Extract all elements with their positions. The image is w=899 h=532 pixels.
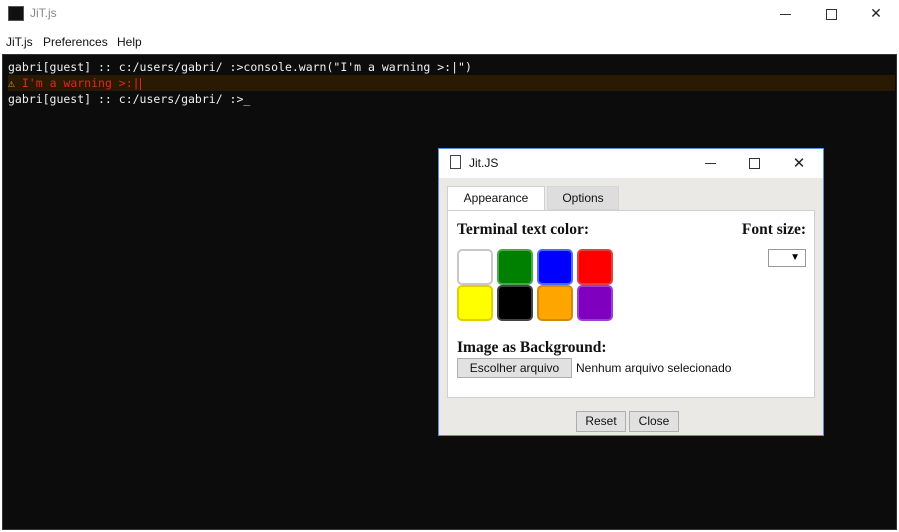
font-size-select[interactable]: ▼: [768, 249, 806, 267]
menu-jitjs[interactable]: JiT.js: [6, 35, 33, 49]
swatch-red[interactable]: [577, 249, 613, 285]
text-color-label: Terminal text color:: [457, 221, 589, 238]
maximize-icon: [825, 8, 837, 20]
tab-appearance[interactable]: Appearance: [447, 186, 545, 211]
swatch-black[interactable]: [497, 285, 533, 321]
window-title: JiT.js: [30, 6, 57, 20]
image-background-label: Image as Background:: [457, 339, 607, 356]
dropdown-arrow-icon: ▼: [790, 252, 800, 263]
terminal-line-command: gabri[guest] :: c:/users/gabri/ :>consol…: [8, 60, 472, 74]
maximize-icon: [748, 158, 760, 169]
font-size-label: Font size:: [741, 221, 806, 238]
minimize-icon: [779, 13, 791, 15]
preferences-dialog: Jit.JS ✕ Appearance Options Terminal tex…: [438, 148, 824, 436]
terminal-line-prompt: gabri[guest] :: c:/users/gabri/ :>_: [8, 92, 251, 106]
minimize-icon: [704, 163, 716, 164]
warning-icon: ⚠: [8, 76, 15, 90]
swatch-yellow[interactable]: [457, 285, 493, 321]
dialog-minimize-button[interactable]: [688, 149, 732, 178]
title-bar: JiT.js ✕: [0, 0, 899, 30]
choose-file-button[interactable]: Escolher arquivo: [457, 358, 572, 378]
dialog-title: Jit.JS: [469, 156, 499, 170]
maximize-button[interactable]: [808, 0, 854, 28]
minimize-button[interactable]: [762, 0, 808, 28]
file-status-text: Nenhum arquivo selecionado: [576, 361, 732, 375]
document-icon: [450, 155, 461, 169]
swatch-green[interactable]: [497, 249, 533, 285]
dialog-close-button[interactable]: ✕: [777, 149, 821, 178]
warning-text: I'm a warning >:|: [21, 76, 140, 90]
swatch-orange[interactable]: [537, 285, 573, 321]
menu-help[interactable]: Help: [117, 35, 142, 49]
close-dialog-button[interactable]: Close: [629, 411, 679, 432]
swatch-purple[interactable]: [577, 285, 613, 321]
menu-bar: JiT.js Preferences Help: [0, 30, 899, 54]
tab-options[interactable]: Options: [547, 186, 619, 210]
close-icon: ✕: [870, 6, 882, 22]
dialog-body: Appearance Options Terminal text color: …: [439, 178, 823, 435]
swatch-white[interactable]: [457, 249, 493, 285]
menu-preferences[interactable]: Preferences: [43, 35, 108, 49]
close-icon: ✕: [792, 154, 806, 172]
text-cursor: [139, 77, 141, 90]
dialog-title-bar: Jit.JS ✕: [439, 149, 823, 178]
close-button[interactable]: ✕: [853, 0, 899, 28]
swatch-blue[interactable]: [537, 249, 573, 285]
appearance-panel: Terminal text color: Font size: ▼ Image …: [447, 210, 815, 398]
terminal-line-warning: ⚠ I'm a warning >:|: [8, 75, 895, 91]
reset-button[interactable]: Reset: [576, 411, 626, 432]
dialog-maximize-button[interactable]: [732, 149, 776, 178]
app-icon: [8, 6, 24, 21]
